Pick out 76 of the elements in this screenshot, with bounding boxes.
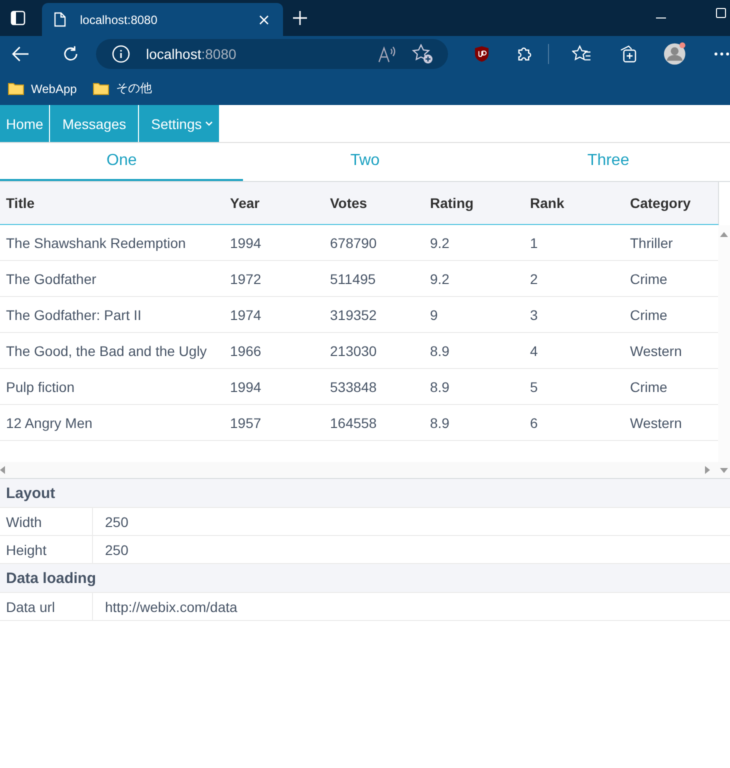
table-cell-text: 678790 (329, 234, 378, 252)
table-cell-text: 1957 (229, 414, 262, 432)
table-cell-text: 9.2 (429, 270, 450, 288)
scroll-left-icon[interactable] (0, 466, 5, 474)
column-header[interactable]: Year (224, 182, 324, 224)
column-header[interactable]: Category (624, 182, 718, 224)
table-cell-text: 1994 (229, 378, 262, 396)
table-cell-text: 2 (529, 270, 539, 288)
column-header[interactable]: Rating (424, 182, 524, 224)
table-cell-text: The Godfather: Part II (5, 306, 142, 324)
more-icon[interactable] (714, 52, 730, 56)
address-bar[interactable]: localhost:8080 (96, 39, 448, 69)
table-cell-text: 9.2 (429, 234, 450, 252)
table-cell-text: 319352 (329, 306, 378, 324)
table-cell-text: 3 (529, 306, 539, 324)
new-tab-icon[interactable] (293, 11, 307, 25)
table-cell-text: 213030 (329, 342, 378, 360)
column-header[interactable]: Rank (524, 182, 624, 224)
scroll-up-icon[interactable] (720, 232, 728, 237)
section-title: Data loading (6, 570, 96, 586)
table-cell-text: Western (629, 342, 683, 360)
favorites-icon[interactable] (572, 45, 592, 63)
table-cell-text: 164558 (329, 414, 378, 432)
table-cell-text: Crime (629, 306, 668, 324)
table-cell-text: 9 (429, 306, 439, 324)
table-cell-text: 8.9 (429, 414, 450, 432)
folder-icon (92, 82, 109, 95)
table-cell-text: 1972 (229, 270, 262, 288)
table-cell-text: 533848 (329, 378, 378, 396)
table-cell-text: 8.9 (429, 342, 450, 360)
table-cell-text: Pulp fiction (5, 378, 76, 397)
property-value[interactable]: http://webix.com/data (93, 593, 730, 620)
browser-tab[interactable]: localhost:8080 (42, 3, 283, 36)
table-cell-text: 12 Angry Men (5, 414, 94, 433)
property-label: Height (0, 536, 93, 563)
avatar-icon[interactable] (663, 42, 686, 66)
page-icon (54, 12, 66, 27)
table-cell-text: 8.9 (429, 378, 450, 396)
table-cell-text: 1974 (229, 306, 262, 324)
table-cell-text: 1 (529, 234, 539, 252)
property-value[interactable]: 250 (93, 508, 730, 535)
section-title: Layout (6, 484, 56, 502)
table-cell-text: 1994 (229, 234, 262, 252)
property-label: Data url (0, 593, 93, 620)
table-cell-text: The Godfather (5, 270, 98, 288)
table-cell-text: 4 (529, 342, 539, 360)
add-favorite-icon[interactable] (412, 44, 434, 64)
scroll-right-icon[interactable] (705, 466, 710, 474)
column-header[interactable]: Votes (324, 182, 424, 224)
maximize-icon[interactable] (716, 8, 726, 18)
bookmark[interactable]: WebApp (8, 82, 77, 96)
property-value[interactable]: 250 (93, 536, 730, 563)
folder-icon (8, 82, 24, 95)
table-cell-text: 5 (529, 378, 539, 396)
bookmark[interactable]: その他 (92, 80, 152, 97)
table-cell-text: 511495 (329, 270, 377, 288)
tab-actions-icon[interactable] (10, 10, 26, 26)
scroll-down-icon[interactable] (720, 468, 728, 472)
table-cell-text: The Good, the Bad and the Ugly (5, 342, 208, 361)
shield-icon[interactable] (474, 45, 490, 63)
table-cell-text: Thriller (629, 234, 674, 252)
table-cell-text: The Shawshank Redemption (5, 234, 187, 253)
property-label: Width (0, 508, 93, 535)
collections-icon[interactable] (618, 44, 638, 64)
close-icon[interactable] (259, 14, 269, 24)
table-cell-text: 6 (529, 414, 539, 432)
back-icon[interactable] (12, 46, 30, 62)
info-icon[interactable] (112, 45, 130, 63)
puzzle-icon[interactable] (516, 45, 534, 63)
table-cell-text: Western (629, 414, 683, 432)
column-header[interactable]: Title (0, 182, 224, 224)
caret-icon (204, 121, 213, 126)
table-cell-text: Crime (629, 270, 668, 288)
table-cell-text: Crime (629, 378, 668, 396)
table-cell-text: 1966 (229, 342, 262, 360)
refresh-icon[interactable] (62, 45, 80, 63)
